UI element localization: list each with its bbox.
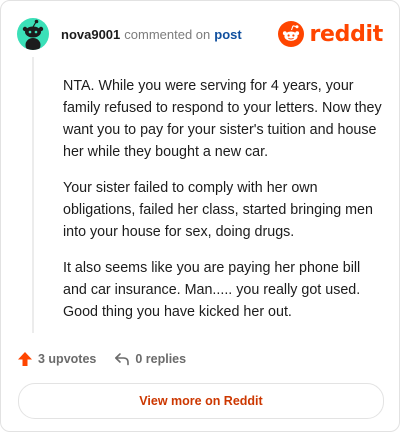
upvote-arrow-icon: [18, 352, 32, 366]
comment-header: nova9001 commented on post reddit: [17, 17, 383, 51]
thread-line[interactable]: [32, 57, 34, 333]
comment-actions: 3 upvotes 0 replies: [17, 349, 186, 369]
upvote-button[interactable]: 3 upvotes: [17, 351, 96, 367]
replies-count: 0 replies: [135, 352, 187, 366]
comment-meta: nova9001 commented on post: [61, 27, 242, 42]
comment-paragraph: NTA. While you were serving for 4 years,…: [63, 78, 382, 160]
comment-body: NTA. While you were serving for 4 years,…: [63, 75, 383, 337]
username-link[interactable]: nova9001: [61, 27, 120, 42]
commented-on-text: commented on: [124, 26, 211, 42]
post-link[interactable]: post: [214, 27, 241, 42]
view-more-button[interactable]: View more on Reddit: [18, 383, 384, 419]
reddit-logo-icon: [278, 21, 305, 47]
snoo-avatar-icon[interactable]: [17, 18, 49, 50]
reply-arrow-icon: [115, 353, 130, 366]
reply-button[interactable]: 0 replies: [114, 351, 186, 367]
comment-paragraph: Your sister failed to comply with her ow…: [63, 180, 373, 240]
reddit-brand-link[interactable]: reddit: [278, 21, 383, 47]
upvotes-count: 3 upvotes: [38, 352, 97, 366]
reddit-wordmark: reddit: [309, 21, 383, 47]
comment-paragraph: It also seems like you are paying her ph…: [63, 260, 361, 320]
reddit-comment-embed: nova9001 commented on post reddit NTA. W…: [0, 0, 400, 432]
